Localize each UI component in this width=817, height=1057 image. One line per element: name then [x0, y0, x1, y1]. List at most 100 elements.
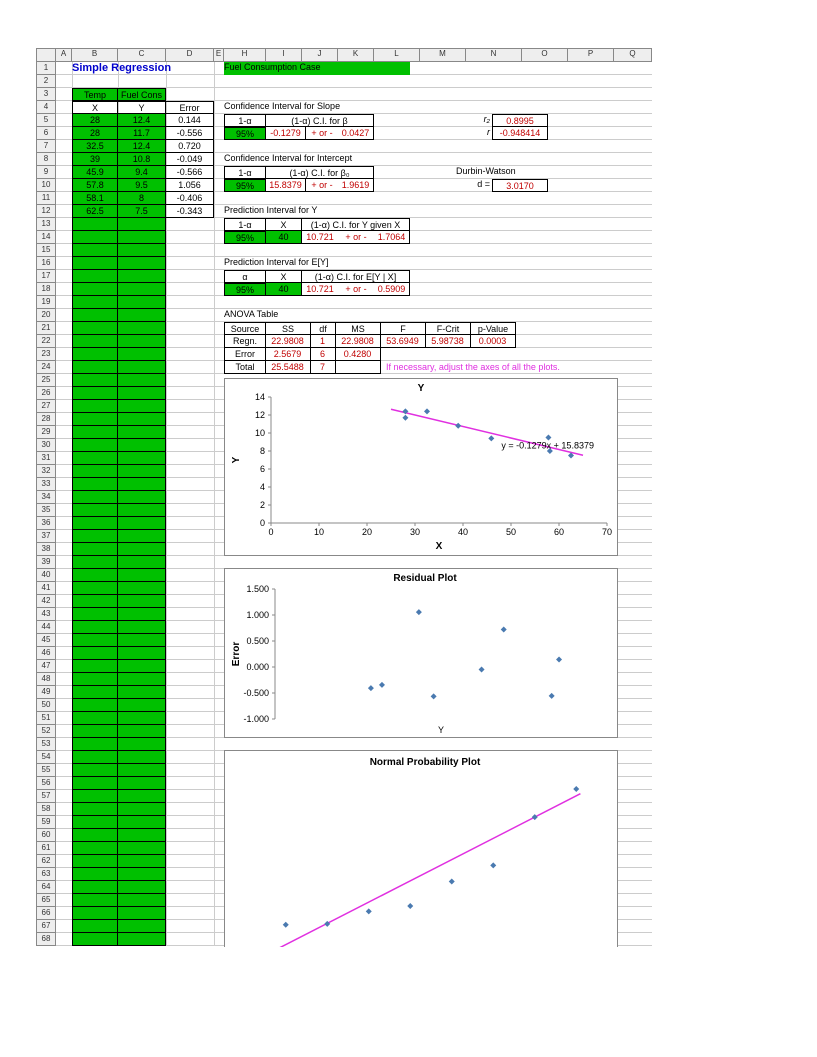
row-4[interactable]: 4 [36, 101, 56, 114]
row-10[interactable]: 10 [36, 179, 56, 192]
row-11[interactable]: 11 [36, 192, 56, 205]
row-20[interactable]: 20 [36, 309, 56, 322]
row-47[interactable]: 47 [36, 660, 56, 673]
row-29[interactable]: 29 [36, 426, 56, 439]
row-44[interactable]: 44 [36, 621, 56, 634]
row-65[interactable]: 65 [36, 894, 56, 907]
col-O[interactable]: O [522, 48, 568, 62]
row-6[interactable]: 6 [36, 127, 56, 140]
row-15[interactable]: 15 [36, 244, 56, 257]
row-60[interactable]: 60 [36, 829, 56, 842]
col-Q[interactable]: Q [614, 48, 652, 62]
row-18[interactable]: 18 [36, 283, 56, 296]
svg-text:Error: Error [231, 642, 242, 667]
row-7[interactable]: 7 [36, 140, 56, 153]
row-48[interactable]: 48 [36, 673, 56, 686]
row-46[interactable]: 46 [36, 647, 56, 660]
svg-text:1.500: 1.500 [246, 584, 269, 594]
row-8[interactable]: 8 [36, 153, 56, 166]
row-1[interactable]: 1 [36, 62, 56, 75]
row-12[interactable]: 12 [36, 205, 56, 218]
col-J[interactable]: J [302, 48, 338, 62]
row-16[interactable]: 16 [36, 257, 56, 270]
row-68[interactable]: 68 [36, 933, 56, 946]
row-58[interactable]: 58 [36, 803, 56, 816]
col-C[interactable]: C [118, 48, 166, 62]
row-31[interactable]: 31 [36, 452, 56, 465]
svg-text:0: 0 [268, 527, 273, 537]
col-D[interactable]: D [166, 48, 214, 62]
col-B[interactable]: B [72, 48, 118, 62]
row-51[interactable]: 51 [36, 712, 56, 725]
row-36[interactable]: 36 [36, 517, 56, 530]
row-38[interactable]: 38 [36, 543, 56, 556]
svg-text:-0.500: -0.500 [243, 688, 269, 698]
row-45[interactable]: 45 [36, 634, 56, 647]
row-49[interactable]: 49 [36, 686, 56, 699]
row-19[interactable]: 19 [36, 296, 56, 309]
row-50[interactable]: 50 [36, 699, 56, 712]
row-23[interactable]: 23 [36, 348, 56, 361]
row-17[interactable]: 17 [36, 270, 56, 283]
row-13[interactable]: 13 [36, 218, 56, 231]
row-40[interactable]: 40 [36, 569, 56, 582]
row-26[interactable]: 26 [36, 387, 56, 400]
row-52[interactable]: 52 [36, 725, 56, 738]
col-L[interactable]: L [374, 48, 420, 62]
row-41[interactable]: 41 [36, 582, 56, 595]
row-9[interactable]: 9 [36, 166, 56, 179]
row-39[interactable]: 39 [36, 556, 56, 569]
row-66[interactable]: 66 [36, 907, 56, 920]
row-25[interactable]: 25 [36, 374, 56, 387]
col-P[interactable]: P [568, 48, 614, 62]
svg-text:10: 10 [314, 527, 324, 537]
row-14[interactable]: 14 [36, 231, 56, 244]
row-33[interactable]: 33 [36, 478, 56, 491]
row-63[interactable]: 63 [36, 868, 56, 881]
col-K[interactable]: K [338, 48, 374, 62]
column-headers: A B C D E H I J K L M N O P Q [36, 48, 781, 62]
row-21[interactable]: 21 [36, 322, 56, 335]
row-59[interactable]: 59 [36, 816, 56, 829]
row-57[interactable]: 57 [36, 790, 56, 803]
col-M[interactable]: M [420, 48, 466, 62]
page-title: Simple Regression [72, 62, 171, 74]
row-42[interactable]: 42 [36, 595, 56, 608]
cells-area[interactable]: Simple Regression Fuel Consumption Case … [56, 62, 781, 946]
row-43[interactable]: 43 [36, 608, 56, 621]
row-67[interactable]: 67 [36, 920, 56, 933]
row-24[interactable]: 24 [36, 361, 56, 374]
row-32[interactable]: 32 [36, 465, 56, 478]
row-37[interactable]: 37 [36, 530, 56, 543]
spreadsheet: A B C D E H I J K L M N O P Q 1234567891… [0, 0, 817, 1057]
row-34[interactable]: 34 [36, 491, 56, 504]
col-N[interactable]: N [466, 48, 522, 62]
svg-text:4: 4 [260, 482, 265, 492]
row-30[interactable]: 30 [36, 439, 56, 452]
row-5[interactable]: 5 [36, 114, 56, 127]
row-35[interactable]: 35 [36, 504, 56, 517]
col-A[interactable]: A [56, 48, 72, 62]
col-E[interactable]: E [214, 48, 224, 62]
row-61[interactable]: 61 [36, 842, 56, 855]
row-56[interactable]: 56 [36, 777, 56, 790]
chart-scatter-y[interactable]: Y01020304050607002468101214XYy = -0.1279… [224, 378, 618, 556]
svg-text:y = -0.1279x + 15.8379: y = -0.1279x + 15.8379 [501, 440, 594, 450]
row-54[interactable]: 54 [36, 751, 56, 764]
svg-text:50: 50 [506, 527, 516, 537]
row-53[interactable]: 53 [36, 738, 56, 751]
case-label: Fuel Consumption Case [224, 62, 410, 75]
row-3[interactable]: 3 [36, 88, 56, 101]
row-64[interactable]: 64 [36, 881, 56, 894]
svg-text:1.000: 1.000 [246, 610, 269, 620]
col-H[interactable]: H [224, 48, 266, 62]
row-2[interactable]: 2 [36, 75, 56, 88]
chart-residual[interactable]: Residual Plot1.5001.0000.5000.000-0.500-… [224, 568, 618, 738]
row-27[interactable]: 27 [36, 400, 56, 413]
col-I[interactable]: I [266, 48, 302, 62]
row-62[interactable]: 62 [36, 855, 56, 868]
row-28[interactable]: 28 [36, 413, 56, 426]
row-55[interactable]: 55 [36, 764, 56, 777]
chart-normal-prob[interactable]: Normal Probability Plot [224, 750, 618, 947]
row-22[interactable]: 22 [36, 335, 56, 348]
